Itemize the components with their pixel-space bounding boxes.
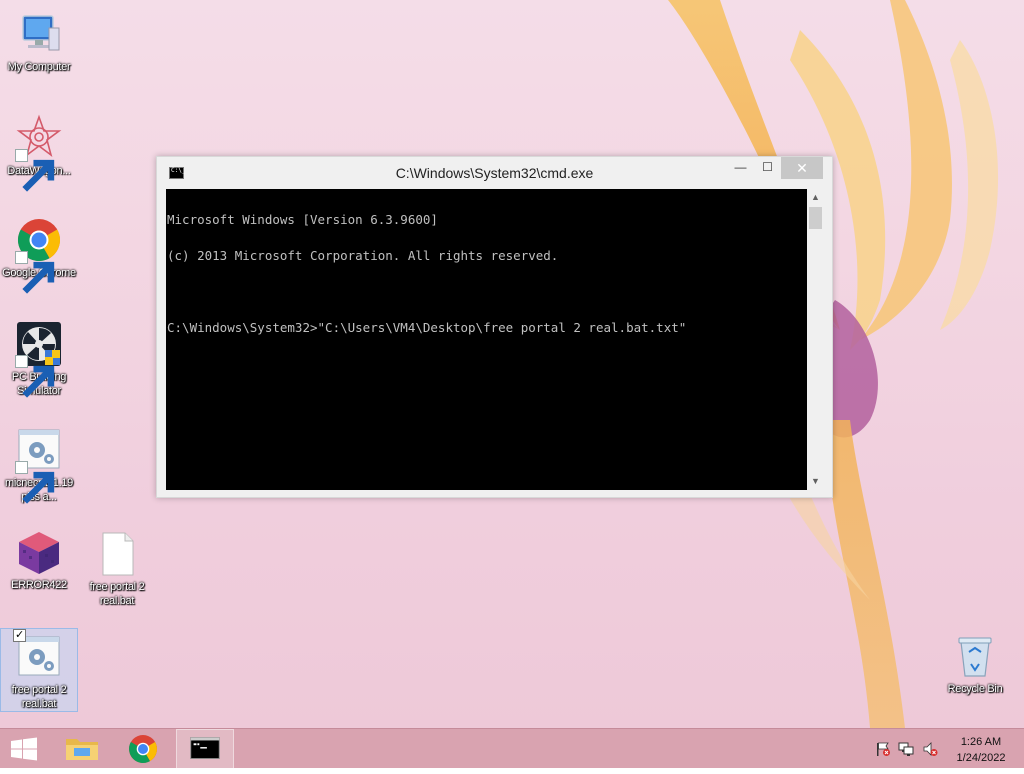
windows-logo-icon bbox=[11, 737, 37, 761]
scroll-thumb[interactable] bbox=[809, 207, 822, 229]
desktop-icon-error422[interactable]: ERROR422 bbox=[0, 524, 78, 592]
desktop: My Computer DataWagon... Google Chrome P… bbox=[0, 0, 1024, 728]
close-button[interactable]: ✕ bbox=[781, 157, 823, 179]
chrome-icon bbox=[129, 735, 157, 763]
scroll-down-arrow-icon[interactable]: ▼ bbox=[807, 473, 824, 490]
volume-muted-icon[interactable] bbox=[922, 741, 938, 757]
console-line: C:\Windows\System32>"C:\Users\VM4\Deskto… bbox=[167, 320, 687, 335]
desktop-icon-label: ERROR422 bbox=[11, 579, 67, 591]
shortcut-arrow-icon bbox=[15, 461, 55, 504]
maximize-button[interactable]: ☐ bbox=[754, 157, 781, 179]
desktop-icon-datawagon[interactable]: DataWagon... bbox=[0, 110, 78, 192]
console-line: Microsoft Windows [Version 6.3.9600] bbox=[167, 212, 438, 227]
desktop-icon-google-chrome[interactable]: Google Chrome bbox=[0, 212, 78, 294]
pc-building-simulator-icon bbox=[15, 320, 63, 398]
desktop-icon-pc-building-simulator[interactable]: PC Building Simulator bbox=[0, 316, 78, 398]
cmd-window[interactable]: C:\_ C:\Windows\System32\cmd.exe — ☐ ✕ M… bbox=[156, 156, 833, 498]
blank-document-icon bbox=[93, 530, 141, 578]
folder-icon bbox=[66, 739, 98, 760]
desktop-icon-label: My Computer bbox=[7, 61, 71, 73]
chrome-icon bbox=[15, 216, 63, 294]
desktop-icon-label: free portal 2 real.bat bbox=[89, 581, 145, 607]
taskbar-clock[interactable]: 1:26 AM 1/24/2022 bbox=[946, 734, 1016, 766]
network-icon[interactable] bbox=[898, 741, 914, 757]
shortcut-arrow-icon bbox=[15, 355, 55, 398]
desktop-icon-my-computer[interactable]: My Computer bbox=[0, 6, 78, 74]
selection-checkbox[interactable]: ✓ bbox=[13, 629, 26, 642]
recycle-bin-icon bbox=[951, 632, 999, 680]
console-output[interactable]: Microsoft Windows [Version 6.3.9600] (c)… bbox=[166, 189, 807, 490]
error422-cube-icon bbox=[15, 528, 63, 576]
desktop-icon-recycle-bin[interactable]: Recycle Bin bbox=[936, 628, 1014, 696]
taskbar-file-explorer[interactable] bbox=[53, 729, 111, 769]
batch-file-gear-icon: ✓ bbox=[13, 629, 63, 681]
computer-icon bbox=[15, 10, 63, 58]
clock-date: 1/24/2022 bbox=[956, 752, 1006, 764]
desktop-icon-free-portal-2-bat[interactable]: ✓ free portal 2 real.bat bbox=[0, 628, 78, 712]
shortcut-arrow-icon bbox=[15, 251, 55, 294]
cmd-titlebar[interactable]: C:\_ C:\Windows\System32\cmd.exe — ☐ ✕ bbox=[157, 157, 832, 189]
vertical-scrollbar[interactable]: ▲ ▼ bbox=[807, 189, 824, 490]
taskbar-chrome[interactable] bbox=[114, 729, 172, 769]
taskbar: 1:26 AM 1/24/2022 bbox=[0, 728, 1024, 769]
action-center-flag-icon[interactable] bbox=[875, 741, 891, 757]
datawagon-icon bbox=[15, 114, 63, 192]
desktop-icon-label: Recycle Bin bbox=[947, 683, 1003, 695]
minimize-button[interactable]: — bbox=[727, 157, 754, 179]
start-button[interactable] bbox=[0, 729, 48, 769]
desktop-icon-minecraft-shortcut[interactable]: micnecraf 1.19 piss a... bbox=[0, 422, 78, 504]
batch-file-gear-icon bbox=[15, 426, 63, 504]
cmd-icon bbox=[190, 737, 220, 759]
desktop-icon-label: free portal 2 real.bat bbox=[11, 684, 67, 710]
clock-time: 1:26 AM bbox=[960, 736, 1002, 748]
console-line: (c) 2013 Microsoft Corporation. All righ… bbox=[167, 248, 559, 263]
shortcut-arrow-icon bbox=[15, 149, 55, 192]
desktop-icon-free-portal-2-txt[interactable]: free portal 2 real.bat bbox=[78, 526, 156, 608]
taskbar-cmd[interactable] bbox=[176, 729, 234, 769]
scroll-up-arrow-icon[interactable]: ▲ bbox=[807, 189, 824, 206]
